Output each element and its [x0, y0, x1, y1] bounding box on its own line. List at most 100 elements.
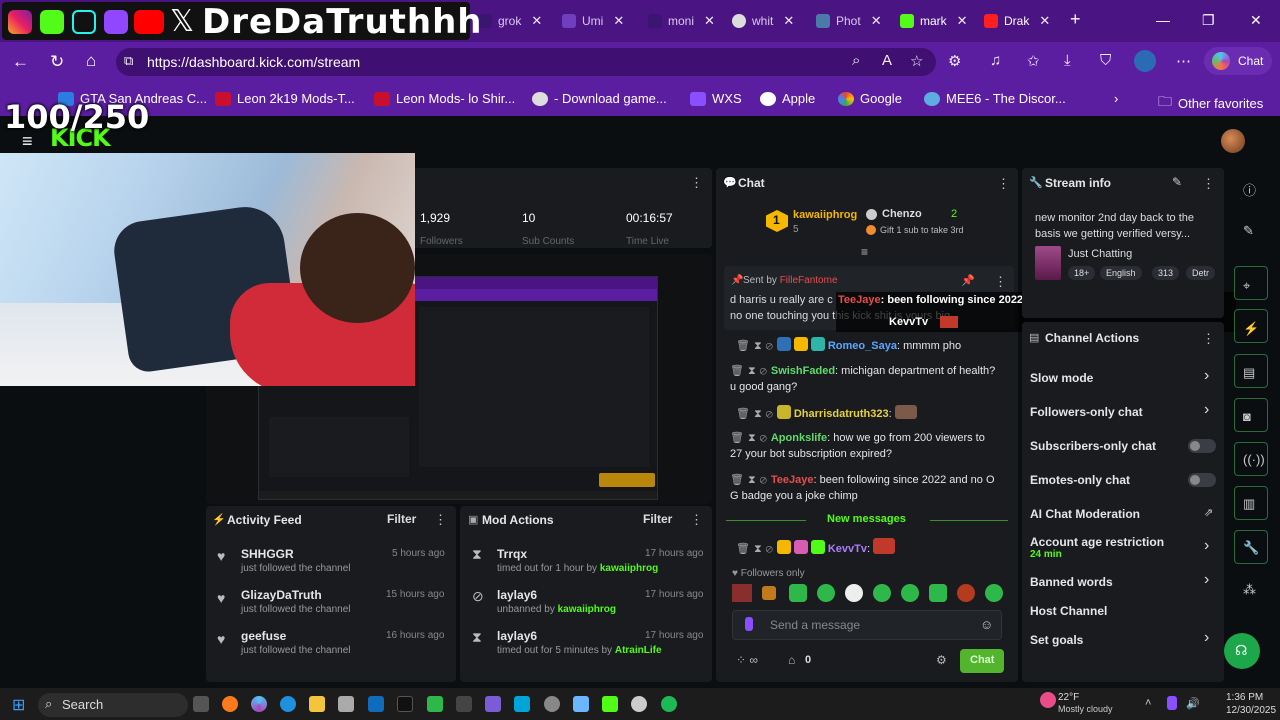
- chat-message[interactable]: 🗑⧗⊘ KevvTv:: [736, 538, 1006, 557]
- chevron-right-icon[interactable]: ›: [1204, 571, 1209, 589]
- firefox-icon[interactable]: [222, 696, 238, 712]
- task-view-icon[interactable]: [193, 696, 209, 712]
- chat-menu-icon[interactable]: ⋮: [997, 176, 1010, 192]
- terminal-icon[interactable]: [397, 696, 413, 712]
- document-icon[interactable]: ▤: [1243, 365, 1255, 381]
- unpin-icon[interactable]: 📌: [961, 274, 975, 287]
- action-banned-words[interactable]: Banned words: [1030, 575, 1113, 589]
- new-tab-button[interactable]: +: [1070, 9, 1081, 30]
- app-purple-icon[interactable]: [485, 696, 501, 712]
- mod-target-user[interactable]: laylay6: [497, 588, 537, 602]
- favorite-item[interactable]: Leon Mods- lo Shir...: [374, 91, 515, 106]
- copilot-app-icon[interactable]: [251, 696, 267, 712]
- app-grey-icon[interactable]: [456, 696, 472, 712]
- other-favorites[interactable]: 🗀 Other favorites: [1158, 91, 1263, 115]
- action-emotes-only[interactable]: Emotes-only chat: [1030, 473, 1130, 487]
- mod-filter-button[interactable]: Filter: [643, 512, 672, 526]
- favorite-item[interactable]: Leon 2k19 Mods-T...: [215, 91, 355, 106]
- chat-input-placeholder[interactable]: Send a message: [770, 618, 860, 632]
- emote-slot[interactable]: [817, 584, 835, 602]
- spotify-icon[interactable]: [661, 696, 677, 712]
- taskbar-search-box[interactable]: [38, 693, 188, 717]
- tab-mark[interactable]: mark ✕: [900, 8, 968, 34]
- action-ai-moderation[interactable]: AI Chat Moderation: [1030, 507, 1140, 521]
- close-icon[interactable]: ✕: [531, 13, 542, 29]
- back-icon[interactable]: ←: [12, 52, 29, 72]
- chat-username[interactable]: Romeo_Saya: [828, 340, 897, 352]
- windows-start-icon[interactable]: ⊞: [12, 695, 25, 715]
- pinned-sender-name[interactable]: FilleFantome: [780, 275, 838, 286]
- app-blue-icon[interactable]: [514, 696, 530, 712]
- mod-action-icons[interactable]: 🗑⧗⊘: [730, 432, 771, 444]
- photos-app-icon[interactable]: [573, 696, 589, 712]
- bolt-icon[interactable]: ⚡: [1243, 321, 1259, 337]
- security-shield-icon[interactable]: ⛉: [1100, 52, 1111, 69]
- favorite-item[interactable]: Apple: [760, 91, 815, 106]
- close-icon[interactable]: ✕: [783, 13, 794, 29]
- chat-username[interactable]: TeeJaye: [771, 474, 814, 486]
- extensions-icon[interactable]: ⚙: [948, 52, 961, 70]
- info-icon[interactable]: ⓘ: [1243, 180, 1256, 199]
- chat-settings-gear-icon[interactable]: ⚙: [936, 653, 947, 667]
- layout-icon[interactable]: ▥: [1243, 496, 1255, 512]
- stats-menu-icon[interactable]: ⋮: [690, 175, 703, 191]
- mod-by-user[interactable]: AtrainLife: [615, 645, 662, 656]
- tray-app-icon[interactable]: [1167, 696, 1177, 710]
- feed-user[interactable]: geefuse: [241, 629, 286, 643]
- user-avatar[interactable]: [1221, 129, 1245, 153]
- read-aloud-icon[interactable]: A: [882, 52, 892, 69]
- mod-action-icons[interactable]: 🗑⧗⊘: [730, 365, 771, 377]
- tab-phot[interactable]: Phot ✕: [816, 8, 882, 34]
- broadcast-icon[interactable]: ((·)): [1243, 452, 1265, 467]
- more-menu-icon[interactable]: ⋯: [1176, 52, 1191, 70]
- edge-icon[interactable]: [280, 696, 296, 712]
- action-account-age[interactable]: Account age restriction: [1030, 535, 1164, 549]
- profile-avatar[interactable]: [1134, 50, 1156, 72]
- chevron-right-icon[interactable]: ›: [1204, 629, 1209, 647]
- nodes-icon[interactable]: ⁂: [1243, 582, 1256, 598]
- points-icon[interactable]: ⁘ ∞: [736, 653, 758, 667]
- favorites-icon[interactable]: ✩: [1027, 52, 1040, 70]
- file-explorer-icon[interactable]: [309, 696, 325, 712]
- downloads-icon[interactable]: ⤓: [1064, 52, 1071, 69]
- emote-slot[interactable]: [901, 584, 919, 602]
- emote-slot[interactable]: [985, 584, 1003, 602]
- mod-action-icons[interactable]: 🗑⧗⊘: [736, 408, 777, 420]
- mod-menu-icon[interactable]: ⋮: [690, 512, 703, 528]
- emote-slot[interactable]: [929, 584, 947, 602]
- stream-info-menu-icon[interactable]: ⋮: [1202, 176, 1215, 192]
- tab-drak[interactable]: Drak ✕: [984, 8, 1050, 34]
- volume-icon[interactable]: 🔊: [1186, 697, 1200, 710]
- tab-umi[interactable]: Umi ✕: [562, 8, 624, 34]
- outlook-icon[interactable]: [368, 696, 384, 712]
- action-followers-only[interactable]: Followers-only chat: [1030, 405, 1143, 419]
- chat-rail-icon[interactable]: ◙: [1243, 409, 1251, 424]
- favorite-item[interactable]: - Download game...: [532, 91, 667, 106]
- chat-message[interactable]: 🗑⧗⊘SwishFaded: michigan department of he…: [730, 363, 1000, 395]
- kick-app-icon[interactable]: [602, 696, 618, 712]
- tray-chevron-icon[interactable]: ˄: [1145, 697, 1151, 709]
- chat-message[interactable]: 🗑⧗⊘TeeJaye: been following since 2022 an…: [730, 472, 1000, 504]
- emote-slot[interactable]: [873, 584, 891, 602]
- favorite-item[interactable]: Google: [838, 91, 902, 106]
- chevron-right-icon[interactable]: ›: [1204, 537, 1209, 555]
- close-icon[interactable]: ✕: [957, 13, 968, 29]
- feed-user[interactable]: SHHGGR: [241, 547, 294, 561]
- leader-name[interactable]: kawaiiphrog: [793, 209, 857, 221]
- emoji-picker-icon[interactable]: ☺: [980, 617, 993, 632]
- mod-target-user[interactable]: laylay6: [497, 629, 537, 643]
- favorite-item[interactable]: MEE6 - The Discor...: [924, 91, 1066, 106]
- emote-slot[interactable]: [732, 584, 752, 602]
- chat-message[interactable]: 🗑⧗⊘ Dharrisdatruth323:: [736, 405, 1006, 422]
- emotes-only-toggle[interactable]: [1188, 473, 1216, 487]
- app-green-icon[interactable]: [427, 696, 443, 712]
- browser-essentials-icon[interactable]: ♫: [990, 52, 1001, 69]
- drag-handle-icon[interactable]: ⚡: [212, 513, 226, 526]
- new-messages-label[interactable]: New messages: [827, 513, 906, 525]
- action-subscribers-only[interactable]: Subscribers-only chat: [1030, 439, 1156, 453]
- site-info-icon[interactable]: ⧉: [124, 53, 133, 69]
- chat-username[interactable]: Aponkslife: [771, 432, 827, 444]
- external-link-icon[interactable]: ⇗: [1204, 506, 1213, 519]
- tab-moni[interactable]: moni ✕: [648, 8, 715, 34]
- pinned-menu-icon[interactable]: ⋮: [994, 274, 1007, 290]
